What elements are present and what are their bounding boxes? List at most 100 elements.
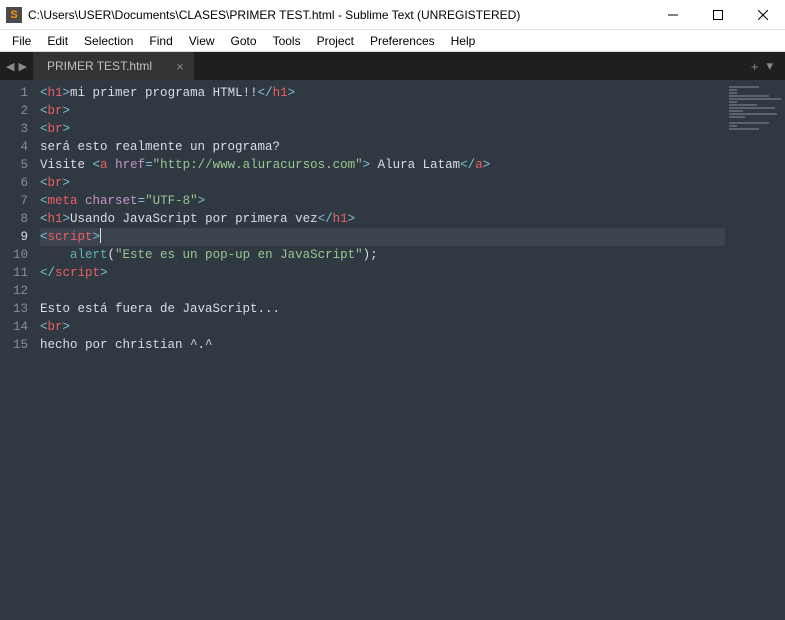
token-brkt: </ [40, 266, 55, 280]
minimap-line [729, 128, 759, 130]
token-fn: alert [70, 248, 108, 262]
gutter: 123456789101112131415 [0, 80, 40, 620]
minimap-line [729, 101, 737, 103]
close-button[interactable] [740, 0, 785, 30]
tab-close-icon[interactable]: × [176, 59, 184, 74]
tab-active[interactable]: PRIMER TEST.html × [33, 52, 194, 80]
token-txt: Usando JavaScript por primera vez [70, 212, 318, 226]
token-txt: será esto realmente un programa? [40, 140, 280, 154]
code-line[interactable] [40, 282, 785, 300]
token-brkt: </ [460, 158, 475, 172]
code-line[interactable]: <meta charset="UTF-8"> [40, 192, 785, 210]
menubar: FileEditSelectionFindViewGotoToolsProjec… [0, 30, 785, 52]
token-tag: a [100, 158, 108, 172]
minimize-button[interactable] [650, 0, 695, 30]
menu-item-file[interactable]: File [4, 32, 39, 50]
token-brkt: > [288, 86, 296, 100]
text-cursor [100, 228, 101, 243]
token-brkt: > [63, 86, 71, 100]
code-line[interactable]: <br> [40, 120, 785, 138]
tab-overflow-icon[interactable]: ▾ [762, 58, 777, 74]
token-brkt: = [145, 158, 153, 172]
line-number: 5 [0, 156, 28, 174]
token-brkt: > [63, 320, 71, 334]
menu-item-view[interactable]: View [181, 32, 223, 50]
line-number: 12 [0, 282, 28, 300]
code-line[interactable]: será esto realmente un programa? [40, 138, 785, 156]
maximize-button[interactable] [695, 0, 740, 30]
titlebar: S C:\Users\USER\Documents\CLASES\PRIMER … [0, 0, 785, 30]
menu-item-edit[interactable]: Edit [39, 32, 76, 50]
line-number: 6 [0, 174, 28, 192]
menu-item-tools[interactable]: Tools [265, 32, 309, 50]
token-str: "UTF-8" [145, 194, 198, 208]
token-brkt: > [63, 212, 71, 226]
menu-item-help[interactable]: Help [443, 32, 484, 50]
minimap-line [729, 122, 769, 124]
minimap-line [729, 89, 737, 91]
minimap[interactable] [725, 80, 785, 620]
menu-item-goto[interactable]: Goto [223, 32, 265, 50]
code-line[interactable]: <script> [40, 228, 785, 246]
tab-nav-left-icon[interactable]: ◀ [4, 60, 16, 73]
app-icon: S [6, 7, 22, 23]
token-tag: h1 [48, 212, 63, 226]
token-txt: ( [108, 248, 116, 262]
token-tag: script [55, 266, 100, 280]
token-txt: mi primer programa HTML!! [70, 86, 258, 100]
menu-item-project[interactable]: Project [309, 32, 362, 50]
code-line[interactable]: Esto está fuera de JavaScript... [40, 300, 785, 318]
line-number: 8 [0, 210, 28, 228]
token-txt [40, 248, 70, 262]
code-line[interactable]: Visite <a href="http://www.aluracursos.c… [40, 156, 785, 174]
code-line[interactable]: <br> [40, 318, 785, 336]
code-line[interactable]: <h1>mi primer programa HTML!!</h1> [40, 84, 785, 102]
line-number: 7 [0, 192, 28, 210]
code-line[interactable]: <br> [40, 174, 785, 192]
minimap-line [729, 125, 737, 127]
token-txt: Alura Latam [370, 158, 460, 172]
token-brkt: = [138, 194, 146, 208]
window-controls [650, 0, 785, 30]
tab-label: PRIMER TEST.html [47, 59, 152, 73]
line-number: 9 [0, 228, 28, 246]
minimap-line [729, 98, 781, 100]
line-number: 4 [0, 138, 28, 156]
token-brkt: < [40, 194, 48, 208]
token-brkt: > [483, 158, 491, 172]
token-tag: br [48, 320, 63, 334]
token-brkt: < [40, 230, 48, 244]
tabbar: ◀ ▶ PRIMER TEST.html × + ▾ [0, 52, 785, 80]
minimap-line [729, 116, 745, 118]
code-line[interactable]: </script> [40, 264, 785, 282]
code-line[interactable]: alert("Este es un pop-up en JavaScript")… [40, 246, 785, 264]
menu-item-selection[interactable]: Selection [76, 32, 141, 50]
token-tag: script [48, 230, 93, 244]
minimap-line [729, 107, 775, 109]
token-txt [78, 194, 86, 208]
token-brkt: < [40, 212, 48, 226]
token-attr: href [115, 158, 145, 172]
token-brkt: < [40, 122, 48, 136]
token-brkt: < [40, 320, 48, 334]
token-tag: a [475, 158, 483, 172]
menu-item-preferences[interactable]: Preferences [362, 32, 443, 50]
token-brkt: > [100, 266, 108, 280]
minimap-line [729, 110, 743, 112]
token-attr: charset [85, 194, 138, 208]
token-txt: Esto está fuera de JavaScript... [40, 302, 280, 316]
tab-nav-right-icon[interactable]: ▶ [16, 60, 28, 73]
menu-item-find[interactable]: Find [141, 32, 180, 50]
token-brkt: < [93, 158, 101, 172]
code-line[interactable]: hecho por christian ^.^ [40, 336, 785, 354]
token-tag: h1 [48, 86, 63, 100]
editor-area[interactable]: 123456789101112131415 <h1>mi primer prog… [0, 80, 785, 620]
code-line[interactable]: <br> [40, 102, 785, 120]
new-tab-button[interactable]: + [747, 59, 763, 74]
token-txt: Visite [40, 158, 93, 172]
code-content[interactable]: <h1>mi primer programa HTML!!</h1><br><b… [40, 80, 785, 620]
tabbar-right-controls: + ▾ [747, 58, 785, 74]
token-str: "Este es un pop-up en JavaScript" [115, 248, 363, 262]
code-line[interactable]: <h1>Usando JavaScript por primera vez</h… [40, 210, 785, 228]
line-number: 10 [0, 246, 28, 264]
